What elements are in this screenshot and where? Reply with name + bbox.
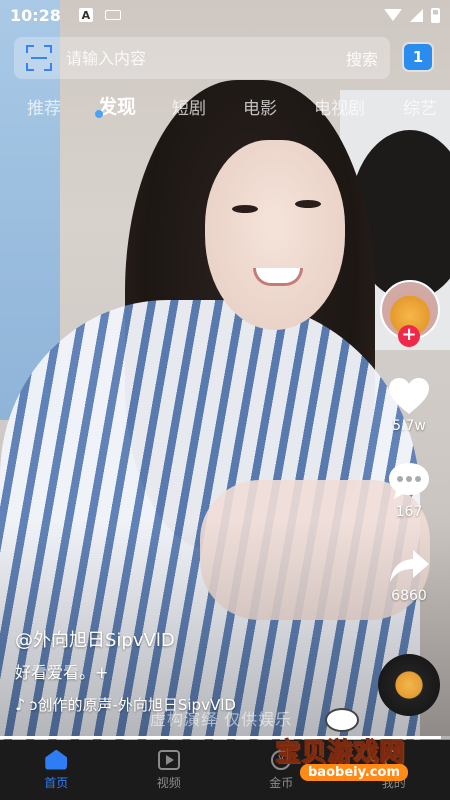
tab-short-drama[interactable]: 短剧 xyxy=(172,94,206,119)
heart-icon[interactable] xyxy=(384,376,434,416)
user-icon xyxy=(383,749,404,770)
video-progress-bar[interactable] xyxy=(0,736,450,739)
like-action[interactable]: 5.7w xyxy=(384,376,434,434)
video-person-face xyxy=(205,140,345,330)
wifi-icon xyxy=(384,9,402,21)
author-name[interactable]: @外向旭日SipvVlD xyxy=(15,626,175,652)
tab-recommend[interactable]: 推荐 xyxy=(27,94,61,119)
nav-item-coins[interactable]: ¥ 金币 xyxy=(225,740,338,800)
nav-label-video: 视频 xyxy=(156,775,181,790)
share-icon[interactable] xyxy=(384,548,434,586)
nav-label-coins: 金币 xyxy=(269,775,294,790)
nav-item-home[interactable]: 首页 xyxy=(0,740,113,800)
follow-button[interactable]: + xyxy=(398,325,420,347)
share-count: 6860 xyxy=(391,588,427,604)
comment-count: 167 xyxy=(395,504,423,520)
search-input[interactable] xyxy=(66,48,338,68)
tab-variety[interactable]: 综艺 xyxy=(403,94,437,119)
tab-movie[interactable]: 电影 xyxy=(243,94,277,119)
video-eye xyxy=(295,200,321,208)
like-count: 5.7w xyxy=(392,418,426,434)
video-progress-fill xyxy=(0,736,441,739)
music-note-icon: ♪ xyxy=(15,695,26,714)
video-eye xyxy=(232,205,258,213)
video-caption: 好看爱看。+ xyxy=(15,663,109,682)
keyboard-icon xyxy=(104,10,121,20)
notification-badge-button[interactable]: 1 xyxy=(404,44,432,70)
nav-item-video[interactable]: 视频 xyxy=(113,740,226,800)
share-action[interactable]: 6860 xyxy=(384,548,434,604)
signal-icon xyxy=(410,8,423,22)
comment-icon[interactable] xyxy=(384,460,434,502)
nav-label-home: 首页 xyxy=(44,775,69,790)
status-time: 10:28 xyxy=(10,5,61,25)
home-icon xyxy=(45,749,68,770)
status-bar: 10:28 A xyxy=(0,0,450,30)
play-box-icon xyxy=(157,749,180,770)
music-disc[interactable] xyxy=(378,654,440,716)
search-bar[interactable]: 搜索 xyxy=(14,37,390,79)
comment-action[interactable]: 167 xyxy=(384,460,434,520)
bottom-nav: 首页 视频 ¥ 金币 我的 xyxy=(0,740,450,800)
nav-label-profile: 我的 xyxy=(381,775,406,790)
category-tabs: 推荐 发现 短剧 电影 电视剧 综艺 xyxy=(0,92,450,120)
tab-discover[interactable]: 发现 xyxy=(98,92,136,119)
scan-icon[interactable] xyxy=(26,45,52,71)
tab-tv-series[interactable]: 电视剧 xyxy=(314,94,365,119)
battery-icon xyxy=(431,7,440,23)
status-right-icons xyxy=(384,7,440,23)
active-tab-indicator xyxy=(95,110,103,118)
font-a-icon: A xyxy=(78,8,93,22)
nav-item-profile[interactable]: 我的 xyxy=(338,740,450,800)
music-info[interactable]: ♪ ɔ创作的原声-外向旭日SipvVlD xyxy=(15,694,236,715)
music-title: ɔ创作的原声-外向旭日SipvVlD xyxy=(29,696,236,714)
coin-icon: ¥ xyxy=(271,749,292,770)
search-button[interactable]: 搜索 xyxy=(346,46,378,70)
